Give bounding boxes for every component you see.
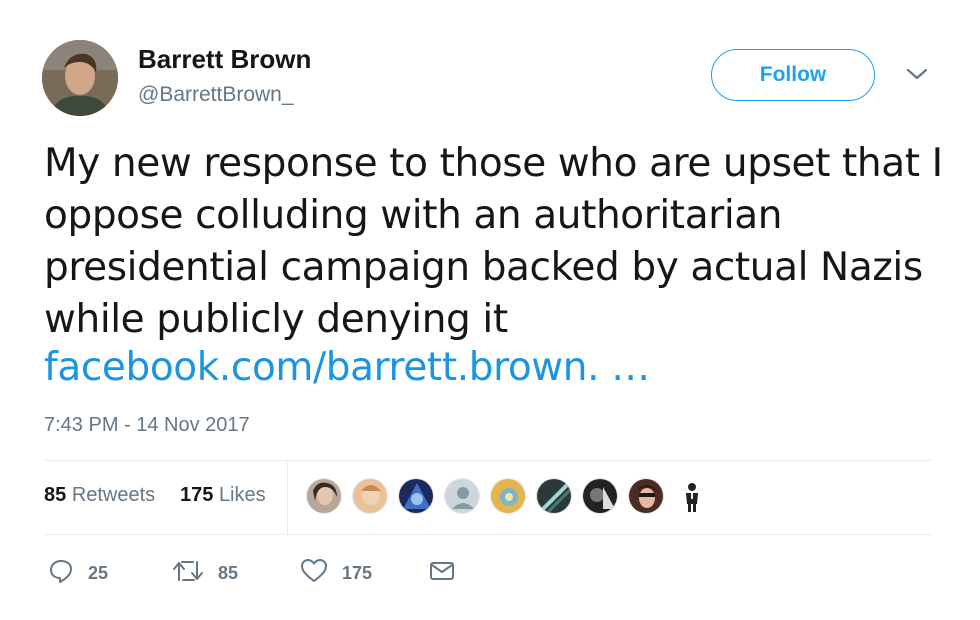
retweets-count: 85 (44, 484, 67, 506)
liker-avatar[interactable] (352, 478, 388, 514)
author-name[interactable]: Barrett Brown (138, 44, 311, 75)
author-avatar[interactable] (42, 40, 118, 116)
heart-icon (300, 558, 328, 589)
liker-avatar[interactable] (398, 478, 434, 514)
divider (44, 534, 932, 535)
like-count: 175 (342, 562, 373, 583)
liker-avatar[interactable] (306, 478, 342, 514)
liker-avatar[interactable] (628, 478, 664, 514)
tweet-link[interactable]: facebook.com/barrett.brown. … (44, 342, 650, 394)
liker-avatar[interactable] (536, 478, 572, 514)
liker-avatar[interactable] (444, 478, 480, 514)
direct-message-button[interactable] (428, 558, 456, 588)
liker-avatar[interactable] (490, 478, 526, 514)
divider (44, 460, 932, 461)
envelope-icon (428, 558, 456, 589)
likes-stat[interactable]: 175 Likes (180, 484, 266, 507)
retweet-button[interactable]: 85 (172, 558, 238, 588)
liker-avatar[interactable] (674, 478, 710, 514)
like-button[interactable]: 175 (300, 558, 372, 588)
likes-label: Likes (218, 484, 266, 506)
retweet-icon (172, 558, 204, 589)
follow-button[interactable]: Follow (711, 49, 875, 101)
reply-count: 25 (88, 562, 109, 583)
liker-avatar[interactable] (582, 478, 618, 514)
tweet-timestamp[interactable]: 7:43 PM - 14 Nov 2017 (44, 414, 250, 437)
chevron-down-icon[interactable] (905, 66, 929, 82)
stats-divider (287, 462, 288, 534)
reply-button[interactable]: 25 (48, 558, 108, 588)
retweet-count: 85 (218, 562, 239, 583)
tweet-text: My new response to those who are upset t… (44, 141, 943, 342)
reply-icon (48, 558, 74, 589)
retweets-label: Retweets (71, 484, 156, 506)
retweets-stat[interactable]: 85 Retweets (44, 484, 155, 507)
likes-count: 175 (180, 484, 214, 506)
author-handle[interactable]: @BarrettBrown_ (138, 83, 294, 107)
